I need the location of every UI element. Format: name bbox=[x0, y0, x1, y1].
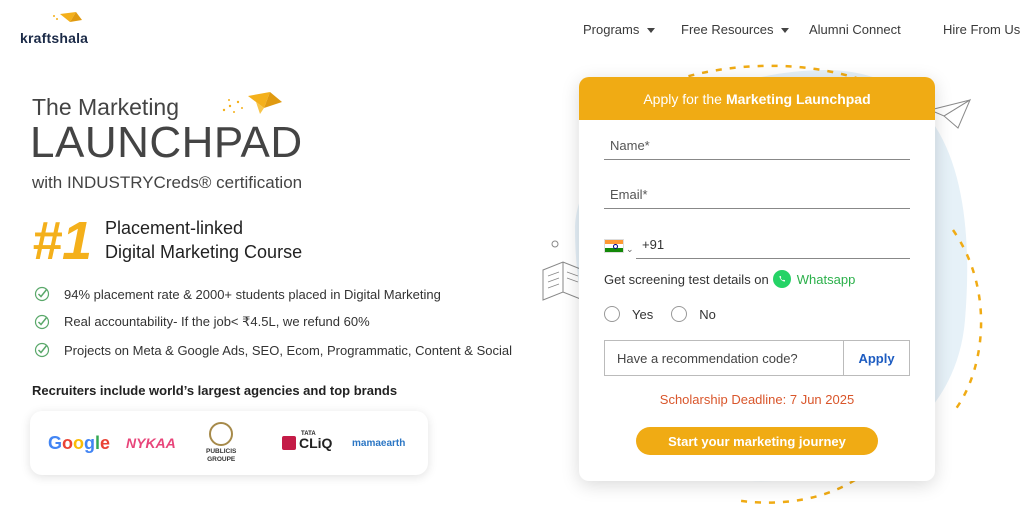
list-item: Projects on Meta & Google Ads, SEO, Ecom… bbox=[34, 336, 512, 364]
application-form: Apply for the Marketing Launchpad ⌄ Get … bbox=[579, 77, 935, 481]
nav-free-resources-label: Free Resources bbox=[681, 22, 774, 37]
phone-field: ⌄ bbox=[604, 231, 910, 259]
nav-hire-from-us[interactable]: Hire From Us bbox=[943, 22, 1020, 37]
tata-word: TATA bbox=[301, 431, 316, 437]
check-circle-icon bbox=[34, 286, 50, 302]
publicis-line-1: PUBLICIS bbox=[206, 448, 237, 455]
list-item: 94% placement rate & 2000+ students plac… bbox=[34, 280, 512, 308]
phone-line bbox=[636, 231, 910, 259]
form-header-prefix: Apply for the bbox=[643, 90, 722, 107]
rank-line-1: Placement-linked bbox=[105, 218, 244, 238]
nav-programs[interactable]: Programs bbox=[583, 22, 656, 37]
rank-line-2: Digital Marketing Course bbox=[105, 242, 303, 262]
india-flag-icon[interactable] bbox=[604, 239, 624, 253]
tata-square-icon bbox=[282, 436, 296, 450]
feature-list: 94% placement rate & 2000+ students plac… bbox=[34, 280, 512, 364]
feature-text: Real accountability- If the job< ₹4.5L, … bbox=[64, 314, 370, 329]
chevron-down-icon[interactable]: ⌄ bbox=[626, 244, 634, 255]
nav-programs-label: Programs bbox=[583, 22, 640, 37]
rank-badge: #1 bbox=[32, 211, 93, 271]
whatsapp-icon bbox=[772, 270, 791, 288]
yes-radio[interactable] bbox=[604, 306, 620, 322]
tata-cliq-word: CLiQ bbox=[299, 435, 333, 451]
form-header-strong: Marketing Launchpad bbox=[725, 90, 871, 107]
publicis-logo: PUBLICIS GROUPE bbox=[206, 411, 236, 475]
yes-label: Yes bbox=[632, 306, 654, 322]
phone-input[interactable] bbox=[636, 231, 910, 257]
nav-alumni-connect[interactable]: Alumni Connect bbox=[809, 22, 901, 37]
recommendation-code-input[interactable] bbox=[605, 341, 843, 375]
whatsapp-radio-group: Yes No bbox=[604, 306, 734, 322]
bird-logo-icon bbox=[53, 12, 82, 22]
mamaearth-logo: mamaearth bbox=[352, 437, 406, 449]
nykaa-logo: NYKAA bbox=[126, 435, 176, 451]
hero-title: LAUNCHPAD bbox=[30, 118, 303, 167]
name-field-wrapper bbox=[604, 132, 910, 160]
recommendation-field: Apply bbox=[604, 340, 910, 376]
logo-text: kraftshala bbox=[20, 30, 89, 46]
scholarship-deadline: Scholarship Deadline: 7 Jun 2025 bbox=[659, 392, 855, 407]
list-item: Real accountability- If the job< ₹4.5L, … bbox=[34, 308, 512, 336]
publicis-seal-icon bbox=[209, 422, 234, 446]
no-label: No bbox=[699, 306, 716, 322]
hero-subtitle: The Marketing bbox=[32, 94, 180, 120]
publicis-line-2: GROUPE bbox=[207, 456, 236, 463]
feature-text: 94% placement rate & 2000+ students plac… bbox=[64, 286, 441, 302]
hero-certification: with INDUSTRYCreds® certification bbox=[32, 173, 303, 192]
check-circle-icon bbox=[34, 342, 50, 358]
paper-plane-icon bbox=[928, 98, 972, 129]
whatsapp-prompt: Get screening test details on bbox=[604, 271, 769, 287]
recruiters-heading: Recruiters include world’s largest agenc… bbox=[32, 383, 398, 398]
brand-logos: Google NYKAA PUBLICIS GROUPE CLiQ TATA m… bbox=[30, 411, 428, 475]
feature-text: Projects on Meta & Google Ads, SEO, Ecom… bbox=[64, 342, 512, 358]
nav-free-resources[interactable]: Free Resources bbox=[681, 22, 790, 37]
chevron-down-icon bbox=[781, 28, 790, 34]
apply-code-button[interactable]: Apply bbox=[843, 341, 909, 375]
tata-cliq-logo: CLiQ TATA bbox=[282, 411, 332, 475]
start-journey-button[interactable]: Start your marketing journey bbox=[636, 427, 878, 455]
email-field-wrapper bbox=[604, 181, 910, 209]
form-header: Apply for the Marketing Launchpad bbox=[579, 77, 935, 120]
google-logo: Google bbox=[48, 432, 111, 453]
no-radio[interactable] bbox=[671, 306, 688, 322]
name-input[interactable] bbox=[604, 132, 910, 158]
whatsapp-row: Get screening test details on Whatsapp bbox=[604, 269, 855, 289]
rank-description: Placement-linked Digital Marketing Cours… bbox=[105, 216, 302, 264]
email-input[interactable] bbox=[604, 181, 910, 207]
kraftshala-logo[interactable]: kraftshala bbox=[20, 8, 110, 48]
whatsapp-label: Whatsapp bbox=[796, 271, 856, 287]
check-circle-icon bbox=[34, 314, 50, 330]
chevron-down-icon bbox=[647, 28, 656, 34]
top-nav: Programs Free Resources Alumni Connect H… bbox=[580, 22, 1024, 42]
